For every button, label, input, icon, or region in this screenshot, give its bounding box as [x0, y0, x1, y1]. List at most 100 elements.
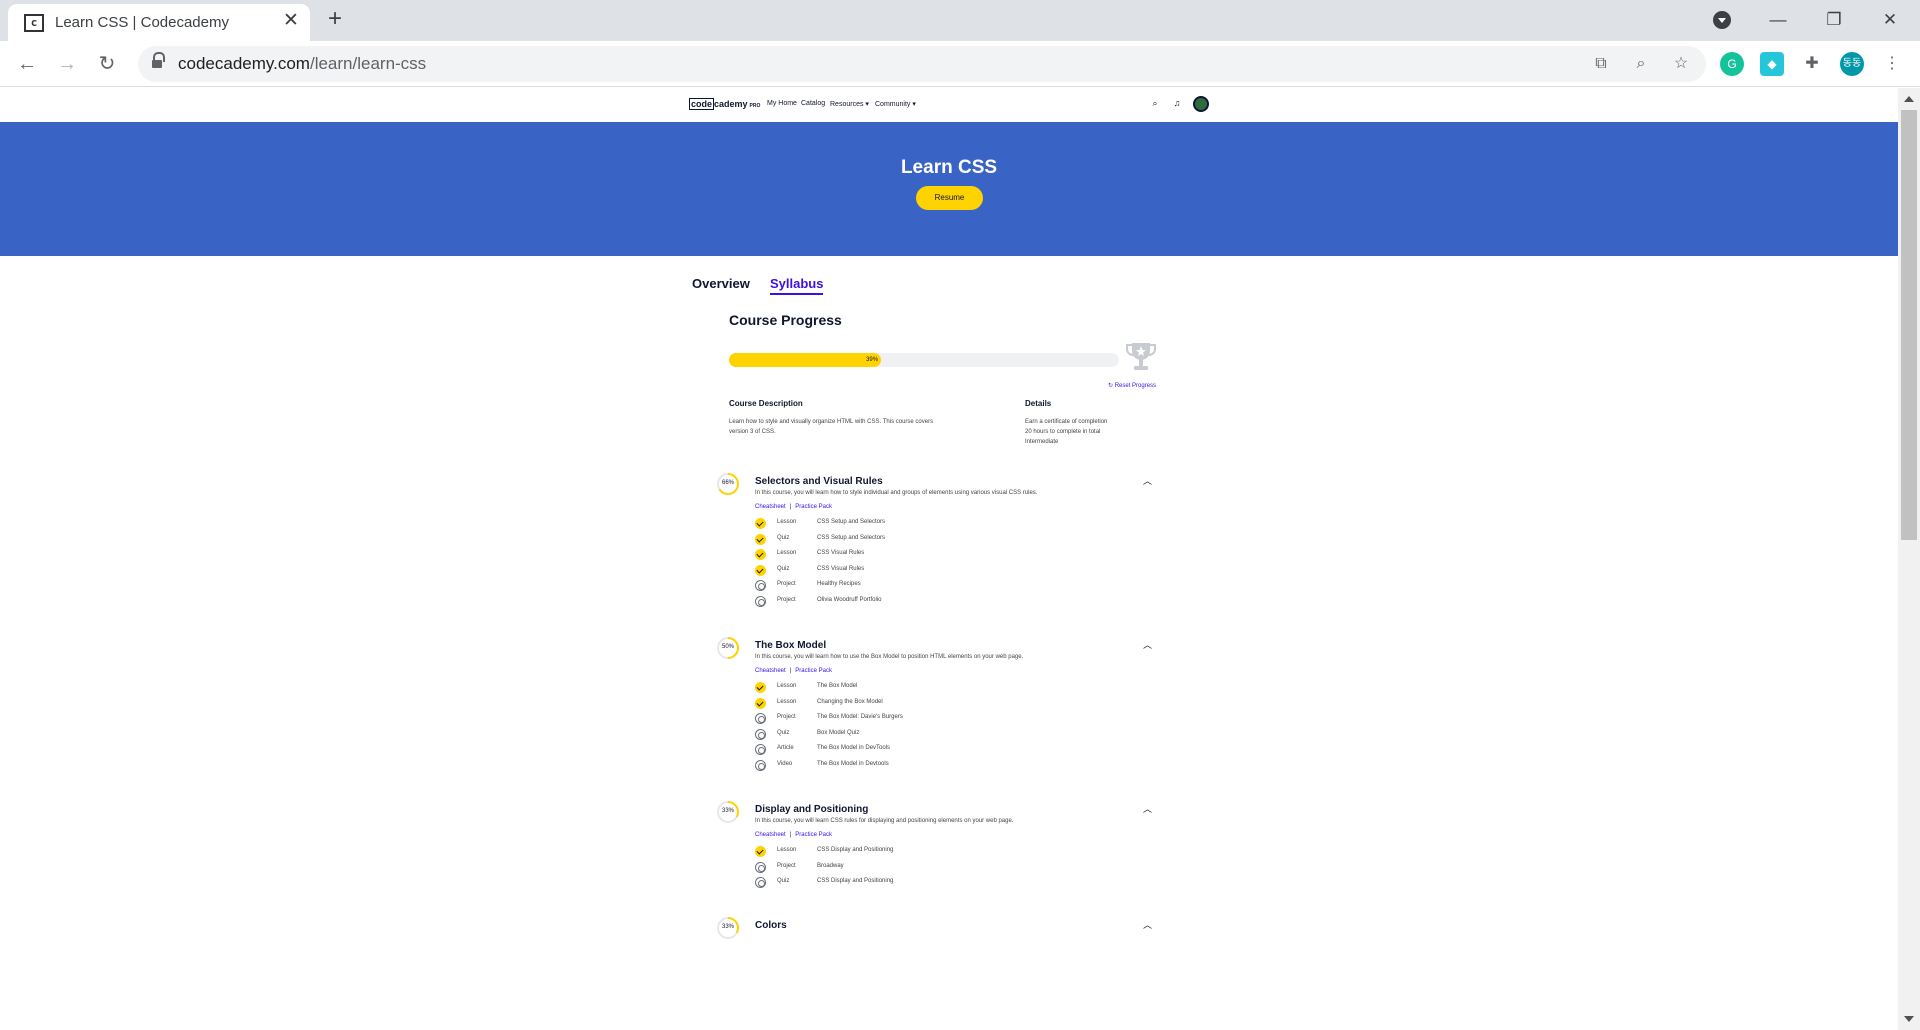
syllabus-item[interactable]: Lesson CSS Visual Rules: [755, 548, 1135, 562]
tab-search-icon[interactable]: [1713, 11, 1731, 29]
bookmark-star-icon[interactable]: ☆: [1669, 52, 1693, 76]
zoom-icon[interactable]: ⌕: [1629, 52, 1653, 76]
syllabus-section: 66% Selectors and Visual Rules ︿ In this co…: [716, 472, 1156, 622]
reset-progress-link[interactable]: ↻ Reset Progress: [1108, 382, 1156, 389]
resume-button[interactable]: Resume: [916, 186, 983, 210]
grammarly-extension-icon[interactable]: G: [1720, 52, 1744, 76]
item-name[interactable]: CSS Setup and Selectors: [817, 519, 885, 525]
tab-syllabus[interactable]: Syllabus: [770, 276, 824, 295]
nav-catalog[interactable]: Catalog: [801, 100, 825, 107]
syllabus-item[interactable]: Video The Box Model in Devtools: [755, 759, 1135, 773]
item-type: Quiz: [777, 729, 790, 736]
tab-overview[interactable]: Overview: [692, 276, 750, 291]
lock-icon[interactable]: [152, 52, 165, 69]
extension-icon[interactable]: ◆: [1760, 52, 1784, 76]
cheatsheet-link[interactable]: Cheatsheet: [755, 668, 786, 674]
section-percent: 33%: [721, 924, 734, 930]
syllabus-item[interactable]: Quiz Box Model Quiz: [755, 728, 1135, 742]
item-name[interactable]: Box Model Quiz: [817, 730, 859, 736]
section-title[interactable]: The Box Model: [755, 640, 826, 651]
nav-my-home[interactable]: My Home: [767, 100, 797, 107]
syllabus-item[interactable]: Project Healthy Recipes: [755, 579, 1135, 593]
practice-pack-link[interactable]: Practice Pack: [795, 832, 832, 838]
completed-check-icon: [755, 846, 766, 857]
nav-community[interactable]: Community ▾: [875, 100, 916, 108]
item-name[interactable]: The Box Model: [817, 683, 857, 689]
codecademy-logo[interactable]: code cademy PRO: [689, 98, 760, 110]
item-type: Lesson: [777, 519, 797, 525]
user-avatar[interactable]: [1193, 96, 1209, 112]
item-name[interactable]: CSS Visual Rules: [817, 566, 864, 572]
chevron-up-icon[interactable]: ︿: [1143, 918, 1152, 931]
restore-icon[interactable]: ❐: [1814, 5, 1854, 35]
section-title[interactable]: Display and Positioning: [755, 804, 868, 815]
incomplete-circle-icon: [755, 728, 766, 740]
item-name[interactable]: CSS Setup and Selectors: [817, 535, 885, 541]
chevron-up-icon[interactable]: ︿: [1143, 802, 1152, 815]
item-name[interactable]: The Box Model: Davie's Burgers: [817, 714, 903, 720]
item-name[interactable]: CSS Display and Positioning: [817, 878, 893, 884]
item-name[interactable]: Olivia Woodruff Portfolio: [817, 597, 881, 603]
profile-avatar[interactable]: 동동: [1840, 52, 1864, 76]
syllabus-item[interactable]: Quiz CSS Display and Positioning: [755, 876, 1135, 890]
details-line: Earn a certificate of completion: [1025, 419, 1108, 425]
incomplete-circle-icon: [755, 861, 766, 873]
details-line: 20 hours to complete in total: [1025, 429, 1101, 435]
practice-pack-link[interactable]: Practice Pack: [795, 668, 832, 674]
section-title[interactable]: Selectors and Visual Rules: [755, 476, 883, 487]
syllabus-item[interactable]: Quiz CSS Visual Rules: [755, 564, 1135, 578]
item-name[interactable]: CSS Visual Rules: [817, 550, 864, 556]
back-icon[interactable]: ←: [13, 50, 41, 78]
new-tab-icon[interactable]: +: [328, 7, 342, 31]
syllabus-item[interactable]: Lesson CSS Setup and Selectors: [755, 517, 1135, 531]
trophy-icon: [1126, 343, 1156, 370]
item-name[interactable]: Healthy Recipes: [817, 581, 861, 587]
section-title[interactable]: Colors: [755, 920, 787, 931]
syllabus-item[interactable]: Project The Box Model: Davie's Burgers: [755, 712, 1135, 726]
link-separator: |: [789, 504, 792, 510]
item-name[interactable]: Broadway: [817, 863, 844, 869]
notification-bell-icon[interactable]: ♫: [1171, 97, 1183, 109]
syllabus-item[interactable]: Lesson The Box Model: [755, 681, 1135, 695]
chevron-up-icon[interactable]: ︿: [1143, 638, 1152, 651]
address-bar[interactable]: codecademy.com/learn/learn-css ⧉ ⌕ ☆: [138, 46, 1706, 82]
chevron-up-icon[interactable]: ︿: [1143, 474, 1152, 487]
scroll-down-arrow-icon[interactable]: [1904, 1016, 1914, 1022]
details-heading: Details: [1025, 399, 1052, 408]
forward-icon[interactable]: →: [53, 50, 81, 78]
section-description: In this course, you will learn how to st…: [755, 490, 1038, 496]
item-name[interactable]: Changing the Box Model: [817, 699, 883, 705]
link-separator: |: [789, 832, 792, 838]
window-close-icon[interactable]: ✕: [1870, 5, 1910, 35]
browser-tab[interactable]: c Learn CSS | Codecademy ✕: [8, 4, 310, 41]
nav-resources[interactable]: Resources ▾: [830, 100, 869, 108]
practice-pack-link[interactable]: Practice Pack: [795, 504, 832, 510]
item-type: Project: [777, 581, 796, 587]
item-name[interactable]: The Box Model in DevTools: [817, 745, 890, 751]
syllabus-item[interactable]: Article The Box Model in DevTools: [755, 743, 1135, 757]
syllabus-item[interactable]: Quiz CSS Setup and Selectors: [755, 533, 1135, 547]
reset-icon: ↻: [1108, 383, 1115, 389]
minimize-icon[interactable]: —: [1758, 5, 1798, 35]
reload-icon[interactable]: ↻: [93, 50, 121, 78]
completed-check-icon: [755, 518, 766, 529]
syllabus-item[interactable]: Project Olivia Woodruff Portfolio: [755, 595, 1135, 609]
details-line: Intermediate: [1025, 439, 1059, 445]
syllabus-item[interactable]: Lesson Changing the Box Model: [755, 697, 1135, 711]
cheatsheet-link[interactable]: Cheatsheet: [755, 504, 786, 510]
extensions-puzzle-icon[interactable]: ✚: [1800, 52, 1824, 76]
syllabus-item[interactable]: Lesson CSS Display and Positioning: [755, 845, 1135, 859]
scroll-up-arrow-icon[interactable]: [1904, 96, 1914, 102]
page-scrollbar[interactable]: [1898, 88, 1920, 1030]
tab-close-icon[interactable]: ✕: [283, 11, 299, 31]
translate-icon[interactable]: ⧉: [1589, 52, 1613, 76]
url-text[interactable]: codecademy.com/learn/learn-css: [178, 54, 426, 74]
syllabus-item[interactable]: Project Broadway: [755, 861, 1135, 875]
menu-kebab-icon[interactable]: ⋮: [1880, 52, 1904, 76]
cheatsheet-link[interactable]: Cheatsheet: [755, 832, 786, 838]
search-icon[interactable]: ⌕: [1149, 97, 1161, 109]
scroll-thumb[interactable]: [1901, 110, 1917, 540]
item-name[interactable]: The Box Model in Devtools: [817, 761, 889, 767]
item-type: Article: [777, 745, 794, 751]
item-name[interactable]: CSS Display and Positioning: [817, 847, 893, 853]
